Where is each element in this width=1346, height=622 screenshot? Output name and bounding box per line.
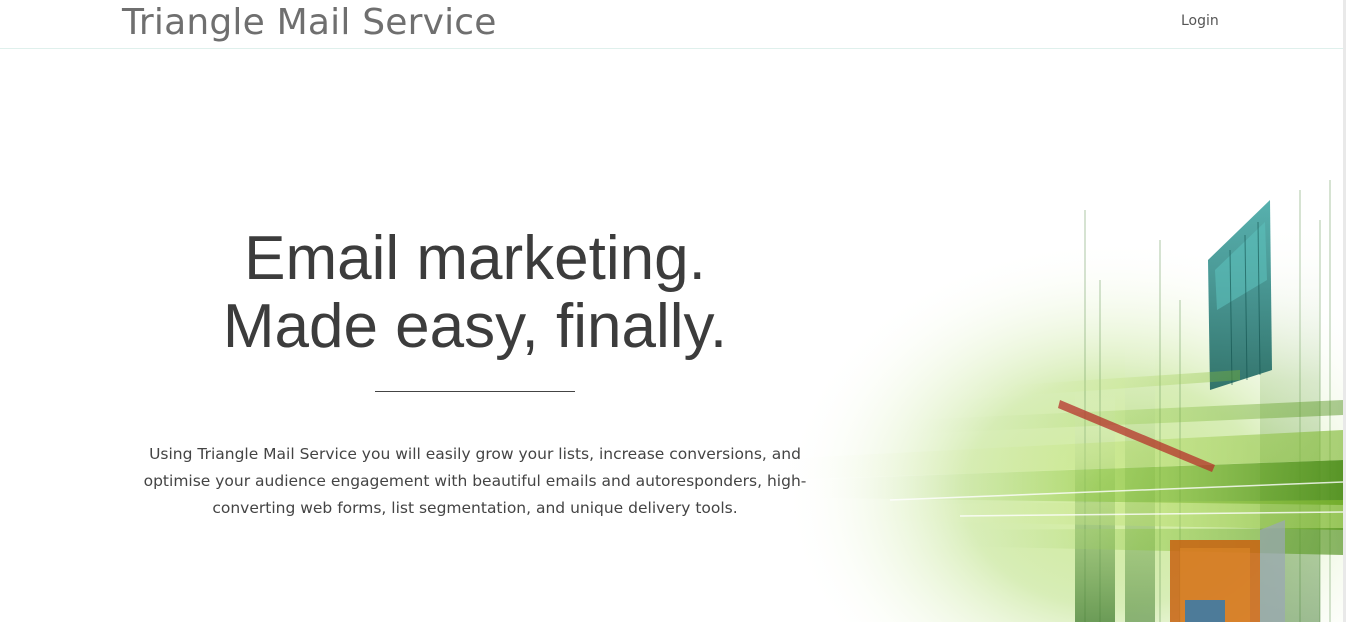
headline-line-1: Email marketing. — [244, 224, 706, 293]
hero-description: Using Triangle Mail Service you will eas… — [143, 445, 807, 517]
headline-line-2: Made easy, finally. — [222, 292, 728, 361]
page: Triangle Mail Service Login Email market… — [0, 0, 1346, 622]
hero-headline: Email marketing. Made easy, finally. — [100, 225, 850, 361]
login-link[interactable]: Login — [1181, 13, 1219, 29]
hero-heading-block: Email marketing. Made easy, finally. — [100, 225, 850, 392]
top-navbar: Triangle Mail Service Login — [0, 0, 1343, 49]
hero-divider — [375, 391, 575, 392]
brand-logo-link[interactable]: Triangle Mail Service — [122, 0, 497, 46]
